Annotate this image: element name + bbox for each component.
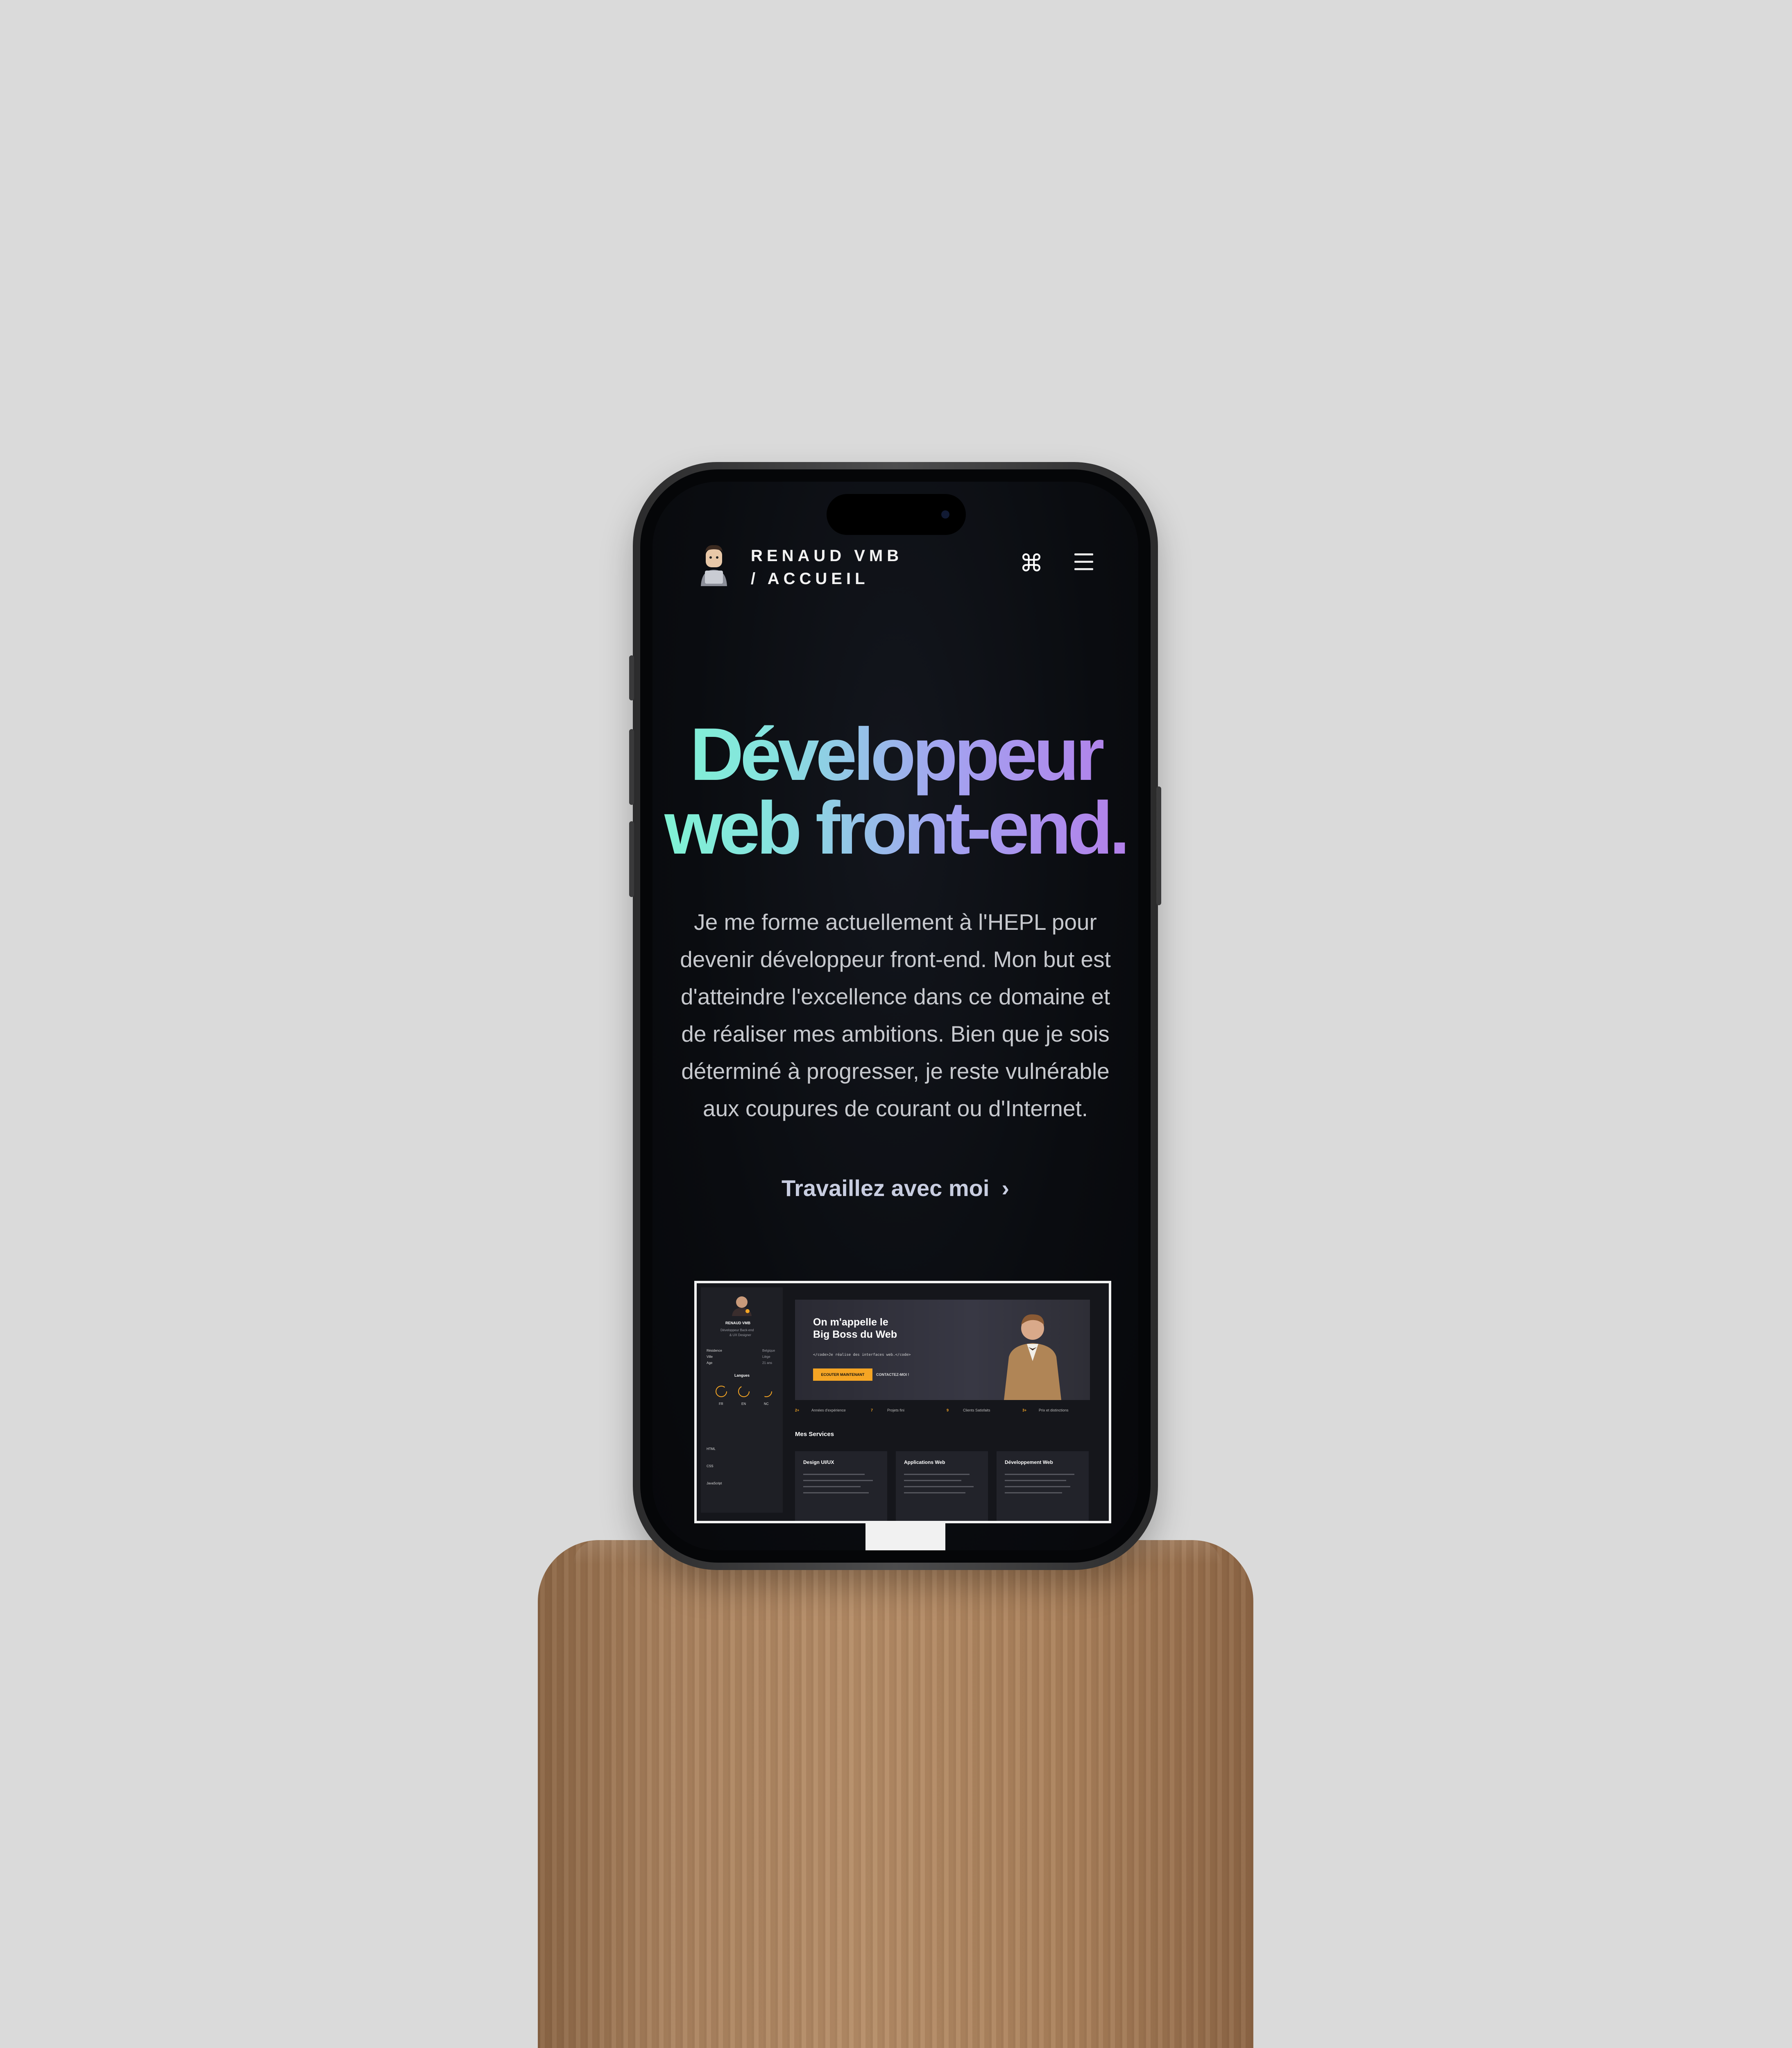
preview-portrait	[1004, 1314, 1061, 1400]
info-value: Liège	[762, 1355, 770, 1359]
info-value: 21 ans	[762, 1361, 773, 1365]
portfolio-preview-image[interactable]: RENAUD VMB Développeur Back-end & UX Des…	[694, 1281, 1111, 1523]
preview-hero-code: </code>Je réalise des interfaces web.</c…	[813, 1353, 911, 1357]
phone-action-button	[629, 655, 634, 700]
preview-secondary-button: CONTACTEZ-MOI !	[876, 1373, 909, 1377]
breadcrumb: / ACCUEIL	[751, 570, 869, 588]
chevron-right-icon: ›	[1001, 1175, 1010, 1201]
preview-hero-title-line: On m'appelle le	[813, 1316, 888, 1328]
site-header: RENAUD VMB / ACCUEIL ⌘	[698, 541, 1099, 588]
service-card-title: Développement Web	[1005, 1459, 1053, 1465]
stat-value: 7	[871, 1408, 873, 1412]
skill-label: HTML	[707, 1447, 716, 1451]
hamburger-menu-icon[interactable]	[1074, 553, 1095, 571]
dynamic-island	[827, 494, 966, 535]
info-label: Age	[707, 1361, 713, 1365]
hero-headline: Développeur web front-end.	[652, 717, 1138, 865]
stat-value: 9	[947, 1408, 949, 1412]
preview-role: Développeur Back-end	[720, 1328, 754, 1332]
phone-volume-up	[629, 729, 634, 805]
preview-avatar	[732, 1296, 752, 1316]
stat-value: 2+	[795, 1408, 800, 1412]
intro-line: devenir développeur front-end. Mon but e…	[680, 947, 1111, 972]
language-label: FR	[719, 1402, 723, 1406]
preview-hero-title: On m'appelle le Big Boss du Web	[813, 1316, 897, 1341]
language-gauge	[716, 1386, 772, 1397]
intro-paragraph: Je me forme actuellement à l'HEPL pour d…	[675, 904, 1116, 1127]
service-card: Applications Web	[896, 1451, 988, 1521]
preview-services-title: Mes Services	[795, 1431, 834, 1438]
info-label: Ville	[707, 1355, 713, 1359]
stat-label: Prix et distinctions	[1039, 1408, 1069, 1412]
stat-label: Projets fini	[887, 1408, 905, 1412]
preview-primary-button: ECOUTER MAINTENANT	[813, 1368, 872, 1381]
skill-label: CSS	[707, 1464, 714, 1468]
phone-volume-down	[629, 821, 634, 897]
service-card-title: Design UI/UX	[803, 1459, 834, 1465]
preview-hero-title-line: Big Boss du Web	[813, 1329, 897, 1340]
camera-icon	[941, 510, 949, 519]
site-name: RENAUD VMB	[751, 547, 903, 565]
headline-line-2: web front-end.	[664, 786, 1126, 870]
stat-value: 3+	[1022, 1408, 1027, 1412]
wooden-pedestal	[538, 1540, 1253, 2048]
phone-power-button	[1156, 786, 1161, 905]
preview-stand	[865, 1522, 945, 1550]
stat-label: Années d'expérience	[811, 1408, 846, 1412]
phone-screen: RENAUD VMB / ACCUEIL ⌘ Développeur web f…	[652, 482, 1138, 1550]
skill-label: JavaScript	[707, 1482, 722, 1485]
preview-stats: 2+ Années d'expérience 7 Projets fini 9 …	[795, 1408, 1090, 1420]
work-with-me-link[interactable]: Travaillez avec moi ›	[652, 1174, 1138, 1203]
service-card-title: Applications Web	[904, 1459, 945, 1465]
language-label: NC	[764, 1402, 769, 1406]
intro-line: Je me forme actuellement à l'HEPL pour	[694, 909, 1097, 935]
info-value: Belgique	[762, 1349, 775, 1352]
languages-title: Langues	[734, 1373, 750, 1377]
site-title[interactable]: RENAUD VMB / ACCUEIL	[751, 544, 903, 590]
service-card: Développement Web	[997, 1451, 1089, 1521]
headline-line-1: Développeur	[690, 712, 1101, 796]
intro-line: aux coupures de courant ou d'Internet.	[702, 1096, 1088, 1121]
intro-line: déterminé à progresser, je reste vulnéra…	[681, 1058, 1110, 1084]
preview-name: RENAUD VMB	[725, 1321, 751, 1325]
info-label: Résidence	[707, 1349, 722, 1352]
language-label: EN	[741, 1402, 746, 1406]
intro-line: de réaliser mes ambitions. Bien que je s…	[681, 1021, 1110, 1047]
command-icon[interactable]: ⌘	[1017, 549, 1046, 578]
service-card: Design UI/UX	[795, 1451, 887, 1521]
avatar[interactable]	[698, 541, 730, 586]
preview-sidebar: RENAUD VMB Développeur Back-end & UX Des…	[701, 1287, 783, 1513]
cta-label: Travaillez avec moi	[781, 1175, 990, 1201]
stat-label: Clients Satisfaits	[963, 1408, 990, 1412]
preview-hero: On m'appelle le Big Boss du Web </code>J…	[795, 1300, 1090, 1400]
preview-role: & UX Designer	[729, 1333, 751, 1337]
intro-line: d'atteindre l'excellence dans ce domaine…	[680, 984, 1110, 1009]
